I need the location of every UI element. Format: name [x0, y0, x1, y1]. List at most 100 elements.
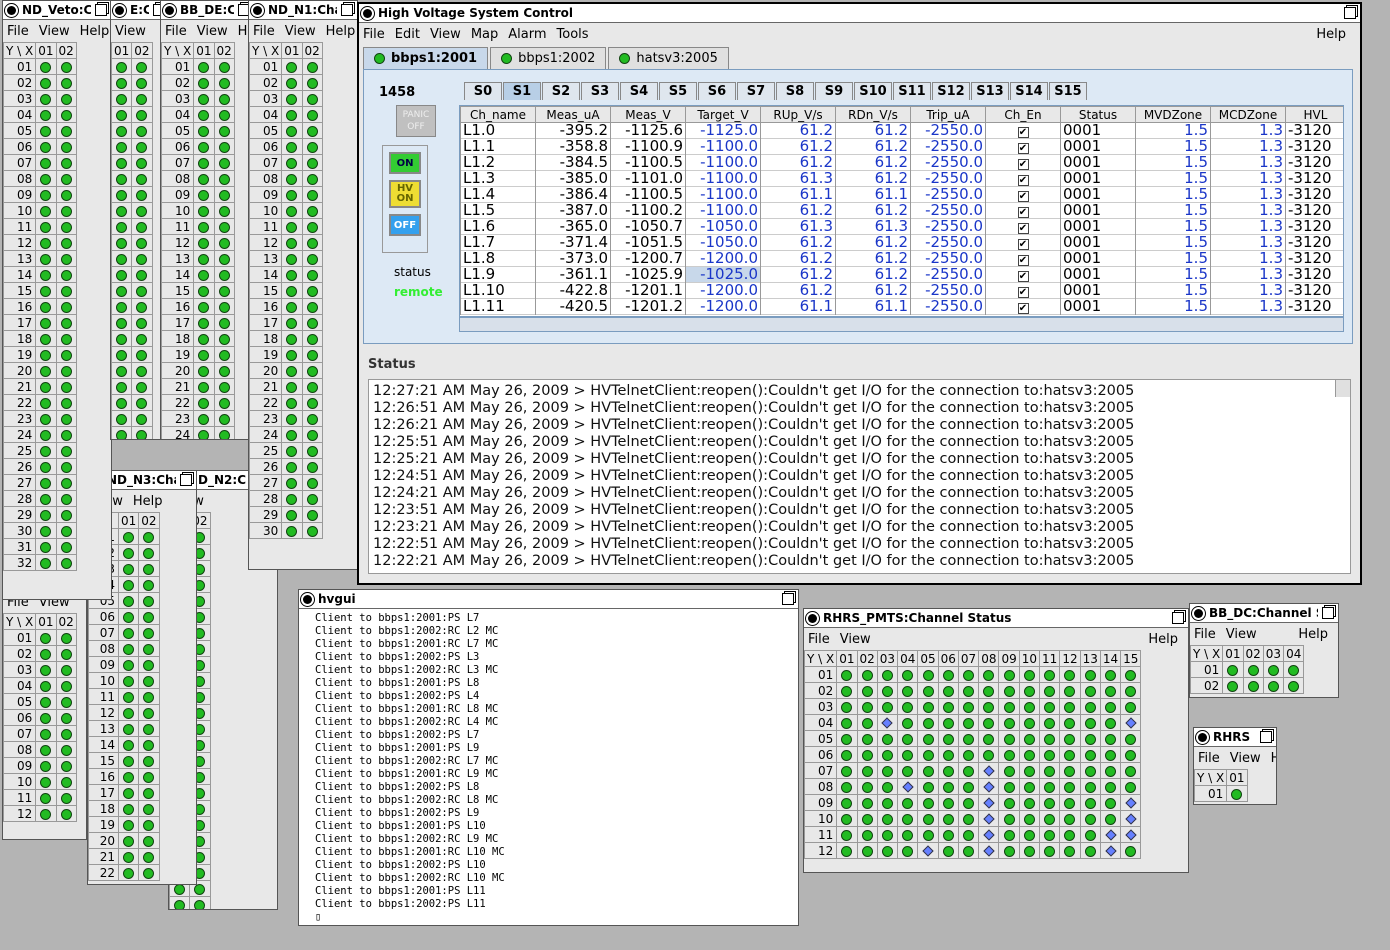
channel-cell[interactable]	[301, 266, 323, 283]
channel-cell[interactable]	[193, 298, 215, 315]
channel-cell[interactable]	[111, 74, 133, 91]
alarm-diamond-icon[interactable]	[1104, 845, 1117, 857]
channel-cell[interactable]	[281, 362, 303, 379]
channel-cell[interactable]	[978, 746, 1000, 763]
window-menu-icon[interactable]	[808, 613, 817, 623]
channel-cell[interactable]	[1099, 698, 1122, 715]
status-led-icon[interactable]	[1105, 669, 1117, 681]
status-led-icon[interactable]	[1044, 845, 1056, 857]
channel-cell[interactable]	[193, 250, 215, 267]
channel-cell[interactable]	[213, 362, 235, 379]
alarm-diamond-icon[interactable]	[1125, 813, 1137, 825]
status-led-icon[interactable]	[218, 61, 230, 73]
channel-cell[interactable]	[937, 682, 959, 699]
status-led-icon[interactable]	[286, 317, 298, 329]
channel-cell[interactable]	[1120, 794, 1142, 811]
tab-slot[interactable]: S1	[503, 82, 541, 100]
channel-cell[interactable]	[281, 426, 303, 443]
status-led-icon[interactable]	[861, 717, 873, 729]
table-cell[interactable]: 61.2	[760, 266, 836, 283]
channel-cell[interactable]	[281, 154, 303, 171]
window-menu-icon[interactable]	[303, 594, 312, 604]
status-led-icon[interactable]	[143, 611, 155, 623]
channel-cell[interactable]	[836, 666, 858, 683]
channel-cell[interactable]	[138, 656, 160, 673]
channel-cell[interactable]	[111, 314, 133, 331]
channel-cell[interactable]	[193, 426, 215, 439]
status-led-icon[interactable]	[1125, 701, 1137, 713]
channel-cell[interactable]	[117, 784, 140, 801]
channel-cell[interactable]	[281, 58, 303, 75]
status-led-icon[interactable]	[60, 109, 72, 121]
channel-cell[interactable]	[35, 202, 57, 219]
status-led-icon[interactable]	[143, 723, 155, 735]
channel-cell[interactable]	[117, 656, 140, 673]
status-led-icon[interactable]	[60, 477, 72, 489]
status-led-icon[interactable]	[143, 627, 155, 639]
status-led-icon[interactable]	[306, 189, 318, 201]
table-row[interactable]: L1.3 -385.0 -1101.0 -1100.0 61.3 61.2 -2550.0 ✔…	[460, 170, 1343, 187]
status-led-icon[interactable]	[1227, 664, 1239, 676]
status-led-icon[interactable]	[1105, 717, 1117, 729]
status-led-icon[interactable]	[286, 525, 298, 537]
status-led-icon[interactable]	[1084, 829, 1096, 841]
channel-cell[interactable]	[1039, 826, 1061, 843]
channel-cell[interactable]	[856, 794, 878, 811]
status-led-icon[interactable]	[306, 61, 318, 73]
title-bar[interactable]: BB_DE:Cha	[161, 1, 254, 20]
channel-cell[interactable]	[1039, 682, 1061, 699]
channel-cell[interactable]	[1039, 794, 1061, 811]
window-menu-icon[interactable]	[253, 5, 262, 15]
channel-cell[interactable]	[138, 848, 160, 865]
channel-cell[interactable]	[998, 842, 1020, 859]
channel-cell[interactable]	[111, 330, 133, 347]
on-button[interactable]: ON	[389, 152, 421, 174]
channel-cell[interactable]	[117, 560, 140, 577]
channel-cell[interactable]	[117, 640, 140, 657]
channel-cell[interactable]	[111, 346, 133, 363]
table-cell[interactable]: 61.3	[760, 170, 836, 187]
status-led-icon[interactable]	[136, 237, 148, 249]
channel-cell[interactable]	[937, 698, 959, 715]
status-led-icon[interactable]	[136, 333, 148, 345]
table-cell[interactable]: ✔	[985, 154, 1061, 171]
status-led-icon[interactable]	[902, 669, 914, 681]
status-led-icon[interactable]	[963, 717, 975, 729]
channel-cell[interactable]	[1079, 842, 1101, 859]
status-led-icon[interactable]	[861, 749, 873, 761]
status-led-icon[interactable]	[1003, 765, 1015, 777]
channel-cell[interactable]	[55, 410, 77, 427]
channel-cell[interactable]	[131, 298, 153, 315]
table-row[interactable]: L1.0 -395.2 -1125.6 -1125.0 61.2 61.2 -2550.0 ✔…	[460, 122, 1343, 139]
status-led-icon[interactable]	[881, 669, 893, 681]
status-led-icon[interactable]	[983, 717, 995, 729]
channel-cell[interactable]	[131, 282, 153, 299]
status-led-icon[interactable]	[841, 701, 853, 713]
channel-cell[interactable]	[876, 746, 899, 763]
channel-cell[interactable]	[856, 762, 878, 779]
status-led-icon[interactable]	[136, 381, 148, 393]
table-cell[interactable]: -1200.0	[685, 298, 761, 315]
status-led-icon[interactable]	[40, 221, 52, 233]
status-led-icon[interactable]	[40, 269, 52, 281]
column-header[interactable]: Status	[1060, 106, 1136, 123]
channel-cell[interactable]	[193, 378, 215, 395]
channel-cell[interactable]	[1039, 842, 1061, 859]
channel-cell[interactable]	[35, 426, 57, 443]
channel-cell[interactable]	[1039, 778, 1061, 795]
status-led-icon[interactable]	[1247, 680, 1259, 692]
channel-cell[interactable]	[35, 677, 57, 694]
tab-slot[interactable]: S0	[464, 82, 502, 100]
status-led-icon[interactable]	[60, 808, 72, 820]
status-led-icon[interactable]	[902, 733, 914, 745]
title-bar[interactable]: BB_DC:Channel St	[1190, 604, 1338, 623]
channel-cell[interactable]	[117, 768, 140, 785]
channel-cell[interactable]	[301, 202, 323, 219]
status-led-icon[interactable]	[218, 141, 230, 153]
channel-cell[interactable]	[213, 218, 235, 235]
status-led-icon[interactable]	[902, 845, 914, 857]
channel-cell[interactable]	[131, 314, 153, 331]
status-led-icon[interactable]	[922, 701, 934, 713]
status-led-icon[interactable]	[286, 285, 298, 297]
status-led-icon[interactable]	[1125, 685, 1137, 697]
